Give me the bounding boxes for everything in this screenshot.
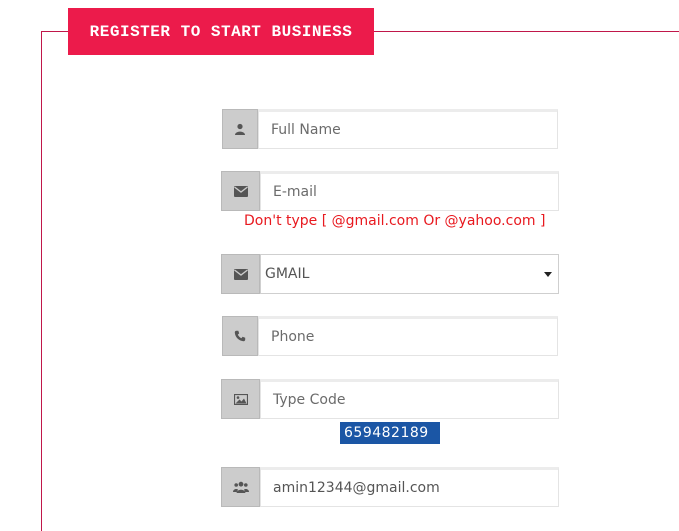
phone-icon [222, 316, 258, 356]
captcha-group: Type Code [221, 379, 559, 419]
users-icon [221, 467, 260, 507]
phone-input[interactable]: Phone [258, 316, 558, 356]
email-domain-selected: GMAIL [265, 266, 310, 282]
section-legend: REGISTER TO START BUSINESS [68, 8, 374, 55]
email-domain-group: GMAIL [221, 254, 559, 294]
user-icon [222, 109, 258, 149]
phone-group: Phone [222, 316, 558, 356]
envelope-icon [221, 171, 260, 211]
image-icon [221, 379, 260, 419]
captcha-input[interactable]: Type Code [260, 379, 559, 419]
fieldset-border-left [41, 31, 42, 531]
email-input[interactable]: E-mail [260, 171, 559, 211]
email-group: E-mail [221, 171, 559, 211]
full-name-input[interactable]: Full Name [258, 109, 558, 149]
referrer-email-input[interactable]: amin12344@gmail.com [260, 467, 559, 507]
referrer-group: amin12344@gmail.com [221, 467, 559, 507]
full-name-group: Full Name [222, 109, 558, 149]
email-hint: Don't type [ @gmail.com Or @yahoo.com ] [244, 213, 546, 229]
caret-down-icon [544, 271, 552, 277]
captcha-code: 659482189 [340, 422, 440, 444]
email-domain-select[interactable]: GMAIL [260, 254, 559, 294]
envelope-icon [221, 254, 260, 294]
